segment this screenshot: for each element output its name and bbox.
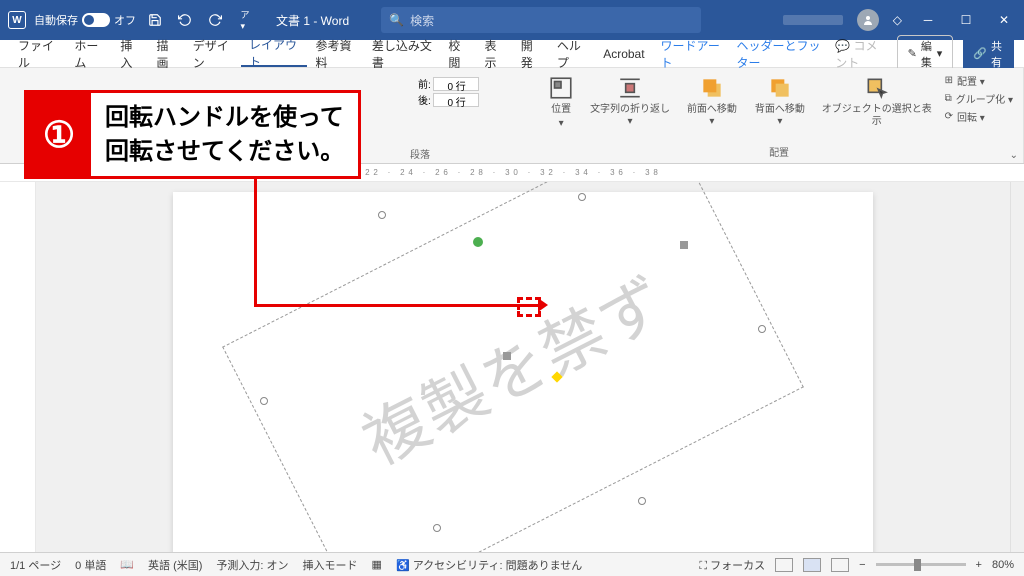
tab-mailings[interactable]: 差し込み文書 — [364, 40, 441, 67]
zoom-in-button[interactable]: + — [976, 559, 982, 571]
web-layout-icon[interactable] — [831, 558, 849, 572]
tab-layout[interactable]: レイアウト — [241, 40, 307, 67]
tab-insert[interactable]: 挿入 — [112, 40, 148, 67]
accessibility-status[interactable]: ♿ アクセシビリティ: 問題ありません — [396, 557, 582, 573]
search-placeholder: 検索 — [410, 12, 434, 29]
callout-text: 回転ハンドルを使って回転させてください。 — [91, 93, 358, 176]
resize-handle[interactable] — [260, 397, 268, 405]
selection-pane-button[interactable]: オブジェクトの選択と表示 — [817, 72, 937, 130]
paragraph-group-label: 段落 — [410, 146, 430, 161]
read-mode-icon[interactable] — [775, 558, 793, 572]
text-wrap-button[interactable]: 文字列の折り返し ▾ — [585, 72, 675, 130]
resize-handle[interactable] — [378, 211, 386, 219]
language-status[interactable]: 英語 (米国) — [148, 557, 202, 573]
document-page[interactable]: 複製を禁ず — [173, 192, 873, 552]
tab-wordart[interactable]: ワードアート — [653, 40, 729, 67]
close-button[interactable]: ✕ — [992, 8, 1016, 32]
resize-handle[interactable] — [758, 325, 766, 333]
document-workspace: 複製を禁ず — [0, 182, 1024, 552]
save-icon[interactable] — [144, 9, 166, 31]
instruction-callout: ① 回転ハンドルを使って回転させてください。 — [24, 90, 361, 179]
collapse-ribbon-icon[interactable]: ⌄ — [1010, 150, 1018, 161]
bring-forward-button[interactable]: 前面へ移動 ▾ — [681, 72, 743, 130]
maximize-button[interactable]: ☐ — [954, 8, 978, 32]
editing-mode-button[interactable]: ✎ 編集 ▾ — [897, 35, 954, 73]
tab-draw[interactable]: 描画 — [149, 40, 185, 67]
tab-design[interactable]: デザイン — [185, 40, 241, 67]
tab-help[interactable]: ヘルプ — [549, 40, 595, 67]
minimize-button[interactable]: ─ — [916, 8, 940, 32]
align-button[interactable]: ⊞配置 ▾ — [943, 72, 1015, 89]
arrange-group: 位置▾ 文字列の折り返し ▾ 前面へ移動 ▾ 背面へ移動 ▾ オブジェクトの選択… — [535, 68, 1024, 163]
resize-handle[interactable] — [638, 497, 646, 505]
status-bar: 1/1 ページ 0 単語 📖 英語 (米国) 予測入力: オン 挿入モード ▦ … — [0, 552, 1024, 576]
ribbon-tabs: ファイル ホーム 挿入 描画 デザイン レイアウト 参考資料 差し込み文書 校閲… — [0, 40, 1024, 68]
spacing-before-input[interactable]: 0 行 — [433, 77, 479, 91]
callout-arrow — [254, 304, 541, 307]
callout-number: ① — [27, 93, 91, 176]
toggle-switch-icon[interactable] — [82, 13, 110, 27]
resize-handle[interactable] — [503, 352, 511, 360]
document-title: 文書 1 - Word — [276, 12, 349, 29]
print-layout-icon[interactable] — [803, 558, 821, 572]
focus-mode-button[interactable]: ⛶ フォーカス — [699, 557, 765, 573]
send-backward-button[interactable]: 背面へ移動 ▾ — [749, 72, 811, 130]
zoom-level[interactable]: 80% — [992, 559, 1014, 571]
wordart-object[interactable]: 複製を禁ず — [263, 217, 763, 517]
rotate-button[interactable]: ⟳回転 ▾ — [943, 108, 1015, 125]
search-box[interactable]: 🔍 検索 — [381, 7, 701, 33]
tab-references[interactable]: 参考資料 — [307, 40, 363, 67]
resize-handle[interactable] — [680, 241, 688, 249]
zoom-out-button[interactable]: − — [859, 559, 865, 571]
undo-icon[interactable] — [174, 9, 196, 31]
zoom-slider[interactable] — [876, 563, 966, 566]
dictionary-icon[interactable]: 📖 — [120, 558, 134, 571]
arrange-group-label: 配置 — [769, 144, 789, 161]
qat-customize-icon[interactable]: ア▾ — [234, 9, 256, 31]
vertical-ruler[interactable] — [0, 182, 36, 552]
vertical-scrollbar[interactable] — [1010, 182, 1024, 552]
page-count[interactable]: 1/1 ページ — [10, 557, 61, 573]
diamond-icon[interactable]: ◇ — [893, 13, 902, 27]
tab-view[interactable]: 表示 — [477, 40, 513, 67]
tab-acrobat[interactable]: Acrobat — [595, 40, 652, 67]
callout-arrowhead-icon — [538, 298, 548, 312]
word-app-icon: W — [8, 11, 26, 29]
spacing-after-input[interactable]: 0 行 — [433, 93, 479, 107]
tab-home[interactable]: ホーム — [66, 40, 112, 67]
share-button[interactable]: 🔗 共有 — [963, 36, 1014, 72]
tab-review[interactable]: 校閲 — [440, 40, 476, 67]
tab-header-footer[interactable]: ヘッダーとフッター — [728, 40, 835, 67]
resize-handle[interactable] — [578, 193, 586, 201]
word-count[interactable]: 0 単語 — [75, 557, 106, 573]
resize-handle[interactable] — [433, 524, 441, 532]
callout-arrow — [254, 178, 257, 304]
auto-save-toggle[interactable]: 自動保存 オフ — [34, 12, 136, 28]
search-icon: 🔍 — [389, 13, 404, 27]
user-name — [783, 15, 843, 25]
position-button[interactable]: 位置▾ — [543, 72, 579, 132]
tab-developer[interactable]: 開発 — [513, 40, 549, 67]
predictive-input-status[interactable]: 予測入力: オン — [216, 557, 288, 573]
comments-button[interactable]: 💬 コメント — [835, 37, 886, 71]
user-avatar[interactable] — [857, 9, 879, 31]
macro-icon[interactable]: ▦ — [372, 558, 382, 571]
rotation-handle[interactable] — [473, 237, 483, 247]
tab-file[interactable]: ファイル — [10, 40, 66, 67]
redo-icon[interactable] — [204, 9, 226, 31]
insert-mode-status[interactable]: 挿入モード — [303, 557, 358, 573]
group-button[interactable]: ⧉グループ化 ▾ — [943, 90, 1015, 107]
